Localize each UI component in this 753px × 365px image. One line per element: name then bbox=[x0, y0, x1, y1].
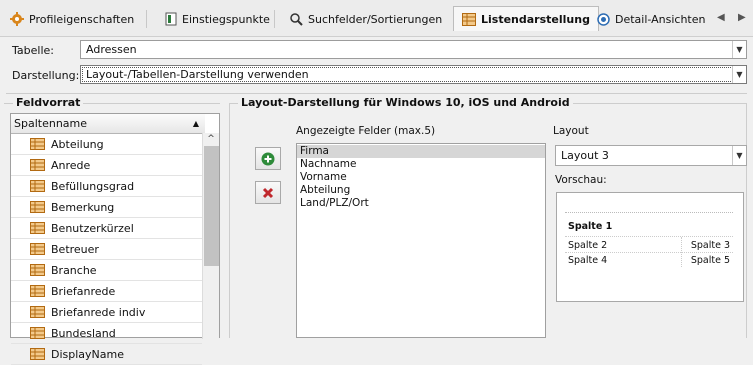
shown-field-item[interactable]: Abteilung bbox=[297, 184, 545, 197]
shown-field-item[interactable]: Land/PLZ/Ort bbox=[297, 197, 545, 210]
list-item[interactable]: Briefanrede bbox=[11, 281, 202, 302]
preview-divider bbox=[565, 252, 733, 253]
table-icon bbox=[30, 201, 45, 213]
table-icon bbox=[30, 285, 45, 297]
tab-profileigenschaften[interactable]: Profileigenschaften bbox=[10, 9, 134, 29]
shown-fields-list[interactable]: Firma Nachname Vorname Abteilung Land/PLZ/Or… bbox=[296, 143, 546, 338]
preview-box: Spalte 1 Spalte 2 Spalte 3 Spalte 4 Spal… bbox=[556, 192, 744, 302]
scroll-thumb[interactable] bbox=[204, 146, 219, 266]
preview-row2-left: Spalte 2 bbox=[568, 240, 608, 251]
list-item[interactable]: Befüllungsgrad bbox=[11, 176, 202, 197]
chevron-down-icon[interactable]: ▼ bbox=[732, 146, 746, 165]
table-icon bbox=[30, 222, 45, 234]
list-item-label: Briefanrede indiv bbox=[51, 305, 146, 319]
layout-value: Layout 3 bbox=[561, 149, 609, 162]
display-select[interactable]: Layout-/Tabellen-Darstellung verwenden ▼ bbox=[80, 65, 747, 84]
list-item[interactable]: Anrede bbox=[11, 155, 202, 176]
tab-label: Profileigenschaften bbox=[29, 12, 135, 26]
list-item-label: Abteilung bbox=[51, 137, 104, 151]
table-icon bbox=[30, 306, 45, 318]
table-icon bbox=[30, 264, 45, 276]
chevron-down-icon[interactable]: ▼ bbox=[732, 66, 746, 83]
table-value: Adressen bbox=[86, 43, 137, 56]
tab-label: Einstiegspunkte bbox=[182, 12, 270, 26]
shown-field-item[interactable]: Vorname bbox=[297, 171, 545, 184]
field-pool-rows: Abteilung Anrede Befüllungsgrad Bemerkung Be… bbox=[11, 134, 202, 365]
add-field-button[interactable] bbox=[255, 147, 281, 170]
preview-label: Vorschau: bbox=[555, 174, 607, 186]
list-item-label: Branche bbox=[51, 263, 97, 277]
layout-label: Layout bbox=[553, 125, 589, 137]
tab-separator bbox=[274, 10, 275, 28]
table-icon bbox=[30, 348, 45, 360]
list-item-label: DisplayName bbox=[51, 347, 124, 361]
sort-asc-icon: ▲ bbox=[192, 119, 199, 128]
layout-group-title: Layout-Darstellung für Windows 10, iOS u… bbox=[238, 96, 573, 109]
preview-row3-right: Spalte 5 bbox=[690, 255, 730, 266]
shown-field-item[interactable]: Firma bbox=[297, 145, 545, 158]
scroll-up-icon[interactable]: ^ bbox=[203, 133, 219, 145]
tab-einstiegspunkte[interactable]: Einstiegspunkte bbox=[165, 9, 270, 29]
shown-fields-label: Angezeigte Felder (max.5) bbox=[296, 125, 436, 137]
divider bbox=[6, 93, 747, 94]
tab-label: Detail-Ansichten bbox=[615, 12, 706, 26]
shown-field-item[interactable]: Nachname bbox=[297, 158, 545, 171]
remove-field-button[interactable] bbox=[255, 181, 281, 204]
preview-row1: Spalte 1 bbox=[568, 221, 613, 232]
table-label: Tabelle: bbox=[12, 44, 54, 57]
table-icon bbox=[30, 159, 45, 171]
table-icon bbox=[30, 180, 45, 192]
preview-row3-left: Spalte 4 bbox=[568, 255, 608, 266]
plus-icon bbox=[261, 152, 275, 165]
display-label: Darstellung: bbox=[12, 69, 80, 82]
shown-fields-rows: Firma Nachname Vorname Abteilung Land/PLZ/Or… bbox=[297, 145, 545, 210]
tab-detail-ansichten[interactable]: Detail-Ansichten bbox=[597, 9, 706, 29]
tab-listendarstellung[interactable]: Listendarstellung bbox=[453, 6, 599, 31]
list-item-label: Bundesland bbox=[51, 326, 116, 340]
list-item[interactable]: Benutzerkürzel bbox=[11, 218, 202, 239]
scrollbar[interactable]: ^ bbox=[202, 133, 219, 339]
list-item[interactable]: Abteilung bbox=[11, 134, 202, 155]
field-pool-list[interactable]: Spaltenname ▲ Abteilung Anrede Befüllungsg… bbox=[10, 113, 220, 365]
list-item-label: Briefanrede bbox=[51, 284, 116, 298]
table-icon bbox=[30, 138, 45, 150]
table-icon bbox=[30, 327, 45, 339]
list-item-label: Betreuer bbox=[51, 242, 99, 256]
close-icon bbox=[262, 187, 274, 198]
list-item[interactable]: Briefanrede indiv bbox=[11, 302, 202, 323]
list-item-label: Anrede bbox=[51, 158, 91, 172]
table-select[interactable]: Adressen ▼ bbox=[80, 40, 747, 59]
tab-label: Listendarstellung bbox=[481, 12, 590, 26]
tab-label: Suchfelder/Sortierungen bbox=[308, 12, 443, 26]
list-item[interactable]: Bemerkung bbox=[11, 197, 202, 218]
list-item[interactable]: Bundesland bbox=[11, 323, 202, 344]
gear-icon bbox=[10, 12, 24, 26]
eye-icon bbox=[597, 12, 610, 26]
bracket-icon bbox=[165, 12, 177, 26]
preview-card: Spalte 1 Spalte 2 Spalte 3 Spalte 4 Spal… bbox=[565, 212, 733, 268]
layout-select[interactable]: Layout 3 ▼ bbox=[555, 145, 747, 166]
display-value: Layout-/Tabellen-Darstellung verwenden bbox=[86, 68, 309, 81]
list-item[interactable]: Betreuer bbox=[11, 239, 202, 260]
tab-scroll-left-icon[interactable]: ◀ bbox=[717, 12, 725, 23]
tab-suchfelder[interactable]: Suchfelder/Sortierungen bbox=[290, 9, 442, 29]
list-item-label: Befüllungsgrad bbox=[51, 179, 135, 193]
tab-scroll-right-icon[interactable]: ▶ bbox=[738, 12, 746, 23]
tab-bar: Profileigenschaften Einstiegspunkte Such… bbox=[0, 0, 753, 37]
table-icon bbox=[462, 12, 476, 26]
list-item[interactable]: Branche bbox=[11, 260, 202, 281]
field-pool-title: Feldvorrat bbox=[13, 96, 84, 109]
column-header[interactable]: Spaltenname ▲ bbox=[11, 114, 205, 134]
chevron-down-icon[interactable]: ▼ bbox=[732, 41, 746, 58]
list-item-label: Bemerkung bbox=[51, 200, 115, 214]
preview-divider bbox=[565, 236, 733, 237]
list-item[interactable]: DisplayName bbox=[11, 344, 202, 365]
table-icon bbox=[30, 243, 45, 255]
preview-row2-right: Spalte 3 bbox=[690, 240, 730, 251]
list-item-label: Benutzerkürzel bbox=[51, 221, 134, 235]
search-icon bbox=[290, 12, 303, 26]
column-header-label: Spaltenname bbox=[14, 117, 88, 130]
tab-separator bbox=[146, 10, 147, 28]
